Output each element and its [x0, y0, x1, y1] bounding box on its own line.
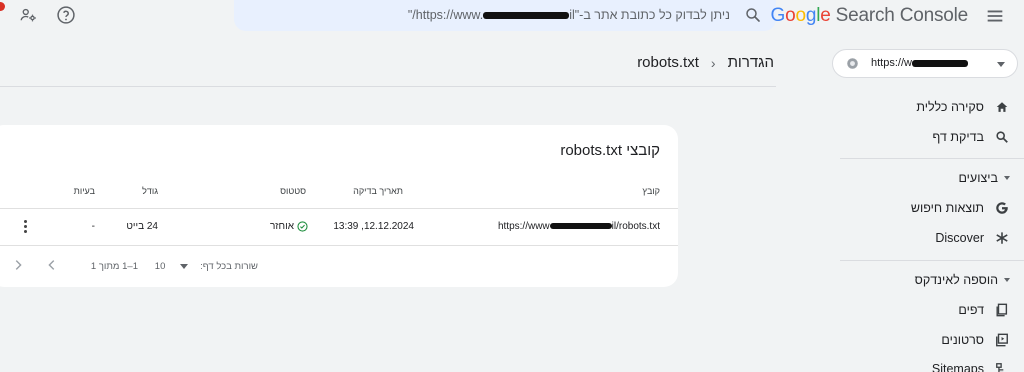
- redacted-domain: [549, 223, 612, 230]
- chevron-down-icon: [997, 62, 1005, 67]
- header-divider: [0, 86, 776, 87]
- sidebar-item-label: סקירה כללית: [916, 100, 984, 114]
- column-header-size: גודל: [142, 186, 158, 196]
- redacted-domain: [483, 12, 570, 20]
- rows-per-page-value: 10: [154, 261, 166, 272]
- redacted-domain: [911, 59, 968, 67]
- sidebar-divider: [840, 260, 1024, 261]
- sidebar-item-label: סרטונים: [941, 333, 984, 347]
- property-selector[interactable]: https://w: [832, 49, 1018, 78]
- column-header-checked-date: תאריך בדיקה: [353, 186, 403, 196]
- notification-dot: [0, 2, 5, 11]
- sidebar-item-sitemaps[interactable]: Sitemaps: [932, 359, 1010, 372]
- breadcrumb: הגדרות › robots.txt: [637, 54, 774, 71]
- sidebar-item-url-inspection[interactable]: בדיקת דף: [933, 127, 1010, 147]
- chevron-right-icon: ›: [710, 54, 716, 71]
- robots-files-card: קובצי robots.txt קובץ תאריך בדיקה סטטוס …: [0, 125, 678, 287]
- more-vert-icon[interactable]: [23, 219, 27, 235]
- google-search-console-logo[interactable]: Google Search Console: [770, 5, 968, 27]
- sidebar-divider: [840, 158, 1024, 159]
- rows-per-page-label: שורות בכל דף:: [200, 261, 258, 272]
- sidebar-item-label: דפים: [958, 303, 984, 317]
- globe-icon: [846, 57, 859, 70]
- sidebar-item-label: תוצאות חיפוש: [910, 201, 984, 215]
- page-title: robots.txt: [637, 54, 699, 71]
- chevron-left-icon[interactable]: [45, 258, 59, 272]
- chevron-right-icon[interactable]: [11, 258, 25, 272]
- section-label: הוספה לאינדקס: [914, 273, 998, 287]
- table-footer-divider: [0, 245, 678, 246]
- status-text: אוחזר: [269, 221, 294, 232]
- sidebar-item-label: בדיקת דף: [932, 130, 984, 144]
- inspect-url-search[interactable]: ניתן לבדוק כל כתובת אתר ב-"https://www.i…: [234, 0, 776, 31]
- size-cell: 24 בייט: [126, 221, 158, 232]
- search-placeholder: ניתן לבדוק כל כתובת אתר ב-"https://www.i…: [407, 8, 730, 22]
- table-header-divider: [0, 208, 678, 209]
- videos-icon: [994, 332, 1010, 348]
- asterisk-icon: [994, 230, 1010, 246]
- sidebar-section-performance[interactable]: ביצועים: [958, 168, 1010, 188]
- property-url: https://w: [871, 57, 968, 69]
- account-settings-icon[interactable]: [19, 6, 37, 24]
- caret-down-icon: [1004, 176, 1010, 180]
- column-header-status: סטטוס: [280, 186, 306, 196]
- sidebar-item-discover[interactable]: Discover: [935, 228, 1010, 248]
- pagination-range: 1–1 מתוך 1: [90, 261, 138, 272]
- search-icon[interactable]: [744, 6, 762, 24]
- status-badge: אוחזר: [270, 221, 308, 232]
- check-circle-icon: [297, 221, 308, 232]
- section-label: ביצועים: [958, 171, 998, 185]
- sidebar-item-videos[interactable]: סרטונים: [941, 330, 1010, 350]
- sidebar-item-overview[interactable]: סקירה כללית: [916, 97, 1010, 117]
- pages-icon: [994, 302, 1010, 318]
- column-header-issues: בעיות: [73, 186, 95, 196]
- sidebar-section-indexing[interactable]: הוספה לאינדקס: [915, 270, 1010, 290]
- sidebar-item-search-results[interactable]: תוצאות חיפוש: [911, 198, 1010, 218]
- issues-cell: -: [91, 221, 95, 232]
- column-header-file: קובץ: [642, 186, 660, 196]
- sidebar-item-label: Sitemaps: [931, 362, 984, 372]
- card-title: קובצי robots.txt: [560, 142, 660, 159]
- home-icon: [994, 99, 1010, 115]
- sidebar-item-pages[interactable]: דפים: [958, 300, 1010, 320]
- search-icon: [994, 129, 1010, 145]
- sitemap-icon: [994, 361, 1010, 372]
- caret-down-icon: [1004, 278, 1010, 282]
- rows-per-page-select[interactable]: 10: [155, 261, 188, 272]
- file-url-cell[interactable]: https://www il/robots.txt: [498, 221, 660, 232]
- google-g-icon: [994, 200, 1010, 216]
- top-app-bar: ניתן לבדוק כל כתובת אתר ב-"https://www.i…: [0, 0, 1024, 32]
- checked-date-cell: 12.12.2024, 13:39: [333, 221, 414, 232]
- breadcrumb-settings-link[interactable]: הגדרות: [728, 54, 774, 71]
- sidebar-item-label: Discover: [935, 231, 984, 245]
- menu-icon[interactable]: [984, 5, 1006, 27]
- caret-down-icon: [180, 263, 188, 269]
- help-icon[interactable]: [56, 5, 76, 25]
